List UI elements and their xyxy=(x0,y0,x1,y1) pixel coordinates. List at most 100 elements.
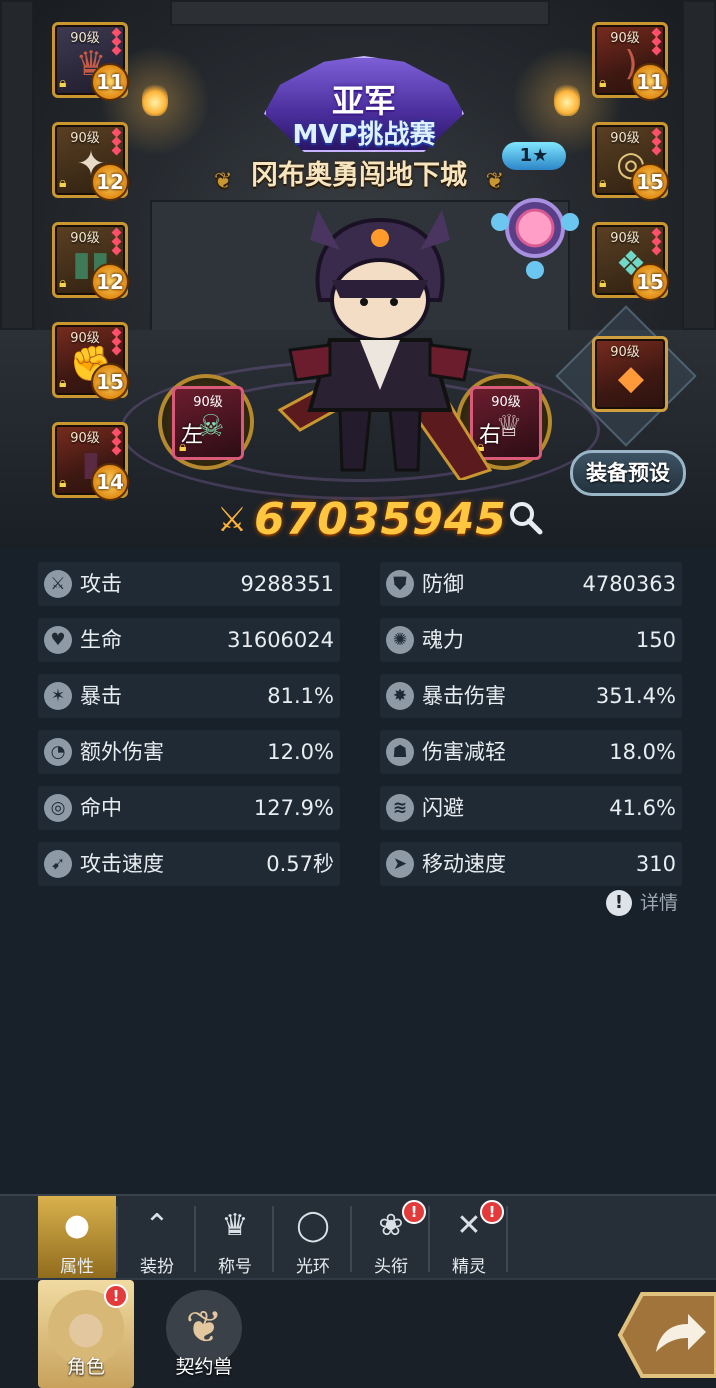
rarity-dots xyxy=(111,327,122,356)
lock-icon: 🔒︎ xyxy=(59,375,67,391)
gear-slot-boots[interactable]: 90级 ▮▮ 🔒︎ 12 xyxy=(52,222,129,301)
gear-slot-legguard[interactable]: 90级 ▮ 🔒︎ 14 xyxy=(52,422,129,501)
tab-label: 精灵 xyxy=(452,1257,486,1277)
tab-divider xyxy=(506,1206,508,1272)
rarity-dots xyxy=(651,27,662,56)
logo-line2: MVP挑战赛 xyxy=(292,120,436,150)
claw-gem-icon: ◆ xyxy=(617,358,645,398)
tab-halo[interactable]: ◯ 光环 xyxy=(274,1196,352,1280)
gear-slot-helmet[interactable]: 90级 ♛ 🔒︎ 11 xyxy=(52,22,129,101)
person-icon: ● xyxy=(63,1208,91,1243)
tab-rank[interactable]: ❀ 头衔 ! xyxy=(352,1196,430,1280)
stat-extra-damage: ◔ 额外伤害 12.0% xyxy=(38,730,340,774)
stat-label: 命中 xyxy=(80,796,122,820)
halo-icon: ◯ xyxy=(296,1208,330,1243)
stat-value: 18.0% xyxy=(609,740,676,764)
enhance-badge: 14 xyxy=(91,463,129,501)
enhance-badge: 15 xyxy=(631,263,669,301)
info-icon: ! xyxy=(606,890,632,916)
stat-value: 351.4% xyxy=(595,684,676,708)
move-speed-icon: ➤ xyxy=(386,850,414,878)
stat-label: 伤害减轻 xyxy=(422,740,506,764)
crit-damage-icon: ✸ xyxy=(386,682,414,710)
hero-character xyxy=(277,210,493,480)
power-icon: ⚔ xyxy=(216,500,248,540)
tab-label: 光环 xyxy=(296,1257,330,1277)
stat-label: 移动速度 xyxy=(422,852,506,876)
gear-slot-shoulder[interactable]: 90级 ✦ 🔒︎ 12 xyxy=(52,122,129,201)
attribute-tabs: ● 属性 ⌃ 装扮 ♛ 称号 ◯ 光环 ❀ 头衔 ! ✕ 精灵 ! xyxy=(0,1194,716,1280)
tab-label: 称号 xyxy=(218,1257,252,1277)
enhance-badge: 12 xyxy=(91,163,129,201)
search-icon[interactable] xyxy=(506,498,546,538)
torch-right-icon xyxy=(554,82,580,116)
lock-icon: 🔒︎ xyxy=(599,275,607,291)
lock-icon: 🔒︎ xyxy=(179,439,187,455)
shield-icon: ⛊ xyxy=(386,570,414,598)
spirit-companion[interactable]: 1★ xyxy=(480,138,590,288)
torch-left-icon xyxy=(142,82,168,116)
gear-slot-necklace[interactable]: 90级 ◎ 🔒︎ 15 xyxy=(592,122,669,201)
alert-badge: ! xyxy=(480,1200,504,1224)
attack-speed-icon: ➹ xyxy=(44,850,72,878)
gear-slot-claw-gem[interactable]: 90级 ◆ xyxy=(592,336,668,412)
stat-label: 攻击速度 xyxy=(80,852,164,876)
crown-icon: ♛ xyxy=(221,1208,249,1243)
stat-hp: ♥ 生命 31606024 xyxy=(38,618,340,662)
soul-icon: ✺ xyxy=(386,626,414,654)
stat-value: 31606024 xyxy=(227,628,334,652)
tab-title[interactable]: ♛ 称号 xyxy=(196,1196,274,1280)
stat-label: 魂力 xyxy=(422,628,464,652)
target-icon: ◎ xyxy=(44,794,72,822)
left-weapon-frame: 90级 ☠ 左 🔒︎ xyxy=(172,386,244,460)
stat-value: 310 xyxy=(635,852,676,876)
alert-badge: ! xyxy=(104,1284,128,1308)
combat-power: ⚔ 67035945 xyxy=(214,494,514,546)
rarity-dots xyxy=(111,227,122,256)
details-link[interactable]: ! 详情 xyxy=(606,888,686,918)
stat-damage-reduction: ☗ 伤害减轻 18.0% xyxy=(380,730,682,774)
lock-icon: 🔒︎ xyxy=(59,75,67,91)
sword-icon: ⚔ xyxy=(44,570,72,598)
stat-label: 暴击伤害 xyxy=(422,684,506,708)
gear-slot-amulet[interactable]: 90级 ❖ 🔒︎ 15 xyxy=(592,222,669,301)
stat-value: 4780363 xyxy=(582,572,676,596)
stat-label: 暴击 xyxy=(80,684,122,708)
nav-character[interactable]: ● 角色 ! xyxy=(38,1280,134,1388)
damage-reduction-icon: ☗ xyxy=(386,738,414,766)
tab-label: 属性 xyxy=(60,1257,94,1277)
tab-label: 头衔 xyxy=(374,1257,408,1277)
equipment-preset-button[interactable]: 装备预设 xyxy=(570,450,686,496)
gear-slot-bow[interactable]: 90级 ) 🔒︎ 11 xyxy=(592,22,669,101)
heart-icon: ♥ xyxy=(44,626,72,654)
nav-contract-beast[interactable]: ❦ 契约兽 xyxy=(156,1280,252,1388)
stat-value: 9288351 xyxy=(240,572,334,596)
attribute-panel: ⚔ 攻击 9288351 ⛊ 防御 4780363 ♥ 生命 31606024 … xyxy=(0,548,716,1194)
nav-label: 契约兽 xyxy=(175,1356,233,1378)
extra-damage-icon: ◔ xyxy=(44,738,72,766)
enhance-badge: 15 xyxy=(91,363,129,401)
stat-value: 0.57秒 xyxy=(266,852,334,876)
tab-outfit[interactable]: ⌃ 装扮 xyxy=(118,1196,196,1280)
left-hand-weapon-slot[interactable]: 90级 ☠ 左 🔒︎ xyxy=(158,374,254,470)
rarity-dots xyxy=(651,227,662,256)
alert-badge: ! xyxy=(402,1200,426,1224)
stat-label: 防御 xyxy=(422,572,464,596)
spirit-star-badge: 1★ xyxy=(502,142,566,170)
event-logo: 亚军 MVP挑战赛 xyxy=(244,48,484,158)
hanger-icon: ⌃ xyxy=(144,1208,170,1243)
nav-label: 角色 xyxy=(66,1356,105,1378)
stat-label: 生命 xyxy=(80,628,122,652)
stat-move-speed: ➤ 移动速度 310 xyxy=(380,842,682,886)
enhance-badge: 15 xyxy=(631,163,669,201)
tab-attributes[interactable]: ● 属性 xyxy=(38,1196,116,1280)
tab-fairy[interactable]: ✕ 精灵 ! xyxy=(430,1196,508,1280)
gear-slot-gauntlet[interactable]: 90级 ✊ 🔒︎ 15 xyxy=(52,322,129,401)
rarity-dots xyxy=(111,27,122,56)
spirit-orb-icon xyxy=(491,198,579,279)
combat-power-value: 67035945 xyxy=(254,494,507,545)
lock-icon: 🔒︎ xyxy=(599,75,607,91)
enhance-badge: 11 xyxy=(631,63,669,101)
arrow-right-icon[interactable] xyxy=(616,1290,716,1380)
stat-soul: ✺ 魂力 150 xyxy=(380,618,682,662)
